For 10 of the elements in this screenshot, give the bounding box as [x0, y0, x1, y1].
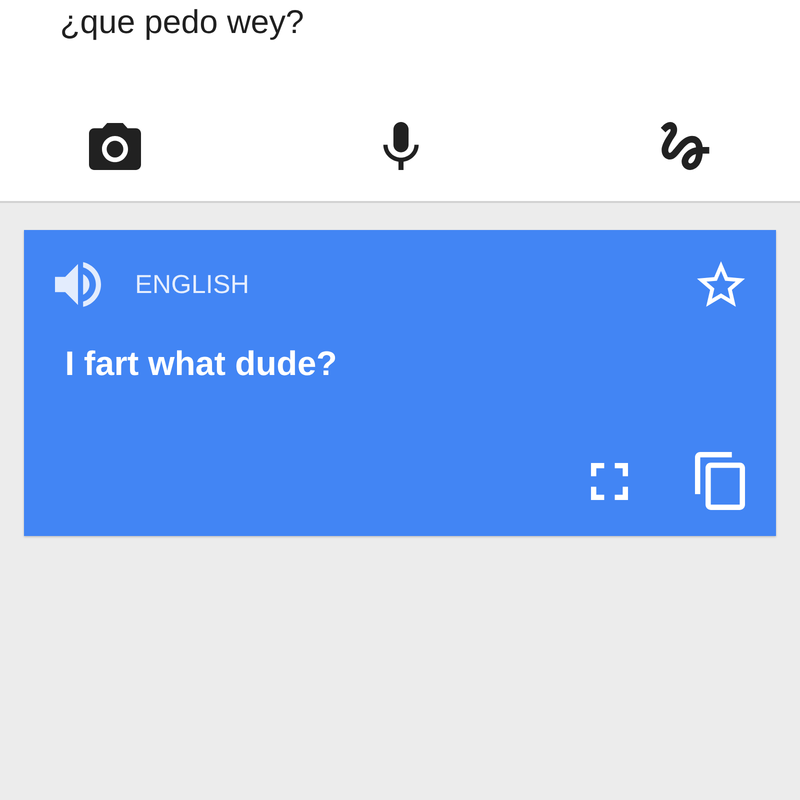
translation-text: I fart what dude? — [64, 344, 338, 384]
star-icon[interactable] — [697, 261, 745, 307]
source-text: ¿que pedo wey? — [59, 2, 306, 42]
speaker-icon[interactable] — [55, 262, 101, 306]
language-label: ENGLISH — [135, 268, 250, 300]
camera-icon[interactable] — [89, 122, 141, 170]
microphone-icon[interactable] — [382, 122, 418, 170]
handwriting-icon[interactable] — [660, 122, 710, 170]
copy-icon[interactable] — [695, 452, 745, 510]
fullscreen-icon[interactable] — [591, 462, 628, 500]
